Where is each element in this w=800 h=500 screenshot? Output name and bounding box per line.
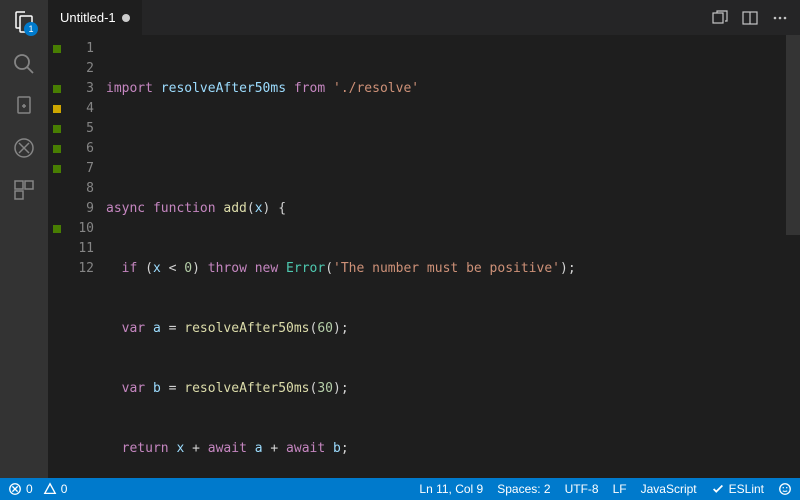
status-feedback-icon[interactable] <box>778 482 792 496</box>
compare-changes-icon[interactable] <box>712 10 728 26</box>
explorer-badge: 1 <box>24 22 38 36</box>
debug-icon[interactable] <box>12 136 36 160</box>
split-editor-icon[interactable] <box>742 10 758 26</box>
tab-untitled[interactable]: Untitled-1 <box>48 0 143 35</box>
editor-area: Untitled-1 123456789101112 import resolv… <box>48 0 800 478</box>
status-spaces[interactable]: Spaces: 2 <box>497 482 550 496</box>
status-eslint[interactable]: ESLint <box>711 482 764 496</box>
status-cursor[interactable]: Ln 11, Col 9 <box>419 482 483 496</box>
code-editor[interactable]: 123456789101112 import resolveAfter50ms … <box>48 35 800 478</box>
tabs-row: Untitled-1 <box>48 0 800 35</box>
extensions-icon[interactable] <box>12 178 36 202</box>
status-eol[interactable]: LF <box>613 482 627 496</box>
status-warnings[interactable]: 0 <box>43 482 68 496</box>
error-icon <box>8 482 22 496</box>
status-bar: 0 0 Ln 11, Col 9 Spaces: 2 UTF-8 LF Java… <box>0 478 800 500</box>
status-errors[interactable]: 0 <box>8 482 33 496</box>
activity-bar: 1 <box>0 0 48 478</box>
source-control-icon[interactable] <box>12 94 36 118</box>
explorer-icon[interactable]: 1 <box>12 10 36 34</box>
scrollbar-thumb[interactable] <box>786 35 800 235</box>
warning-icon <box>43 482 57 496</box>
unsaved-dot-icon <box>122 14 130 22</box>
status-language[interactable]: JavaScript <box>641 482 697 496</box>
smiley-icon <box>778 482 792 496</box>
status-encoding[interactable]: UTF-8 <box>565 482 599 496</box>
search-icon[interactable] <box>12 52 36 76</box>
line-numbers: 123456789101112 <box>66 35 106 478</box>
gutter-markers <box>48 35 66 478</box>
check-icon <box>711 482 725 496</box>
more-actions-icon[interactable] <box>772 10 788 26</box>
tab-title: Untitled-1 <box>60 10 116 25</box>
code-lines: import resolveAfter50ms from './resolve'… <box>106 35 800 478</box>
